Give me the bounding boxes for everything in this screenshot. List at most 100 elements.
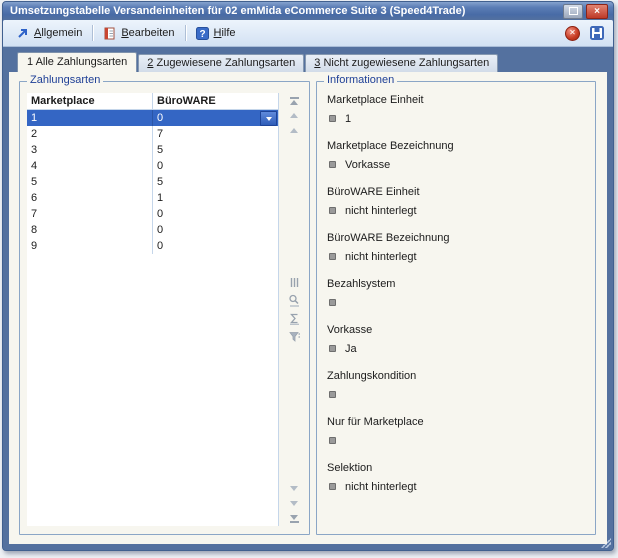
bearbeiten-label: Bearbeiten — [121, 27, 174, 39]
table-row[interactable]: 6 1 — [27, 190, 278, 206]
bullet-icon — [329, 253, 336, 260]
arrow-up-icon — [290, 113, 298, 118]
info-item: Selektion nicht hinterlegt — [327, 462, 587, 493]
table-row[interactable]: 4 0 — [27, 158, 278, 174]
cell-marketplace: 1 — [27, 110, 153, 126]
bullet-icon — [329, 483, 336, 490]
info-label: BüroWARE Bezeichnung — [327, 232, 587, 244]
bullet-icon — [329, 115, 336, 122]
arrow-up-right-icon — [16, 27, 29, 40]
allgemein-label: Allgemein — [34, 27, 82, 39]
cell-marketplace: 8 — [27, 222, 153, 238]
window-title: Umsetzungstabelle Versandeinheiten für 0… — [10, 5, 560, 17]
group-zahlungsarten: Zahlungsarten Marketplace BüroWARE 1 0 2… — [19, 81, 310, 535]
table-row[interactable]: 5 5 — [27, 174, 278, 190]
info-item: BüroWARE Einheit nicht hinterlegt — [327, 186, 587, 217]
info-value: nicht hinterlegt — [345, 251, 417, 263]
arrow-down-icon — [290, 515, 298, 520]
title-bar: Umsetzungstabelle Versandeinheiten für 0… — [3, 2, 613, 20]
cell-buroware: 1 — [153, 190, 278, 206]
restore-icon — [569, 7, 578, 15]
info-item: BüroWARE Bezeichnung nicht hinterlegt — [327, 232, 587, 263]
table-row[interactable]: 9 0 — [27, 238, 278, 254]
cell-buroware: 0 — [153, 222, 278, 238]
cell-marketplace: 9 — [27, 238, 153, 254]
dropdown-button[interactable] — [260, 111, 277, 126]
info-item: Bezahlsystem — [327, 278, 587, 309]
cell-marketplace: 2 — [27, 126, 153, 142]
hilfe-button[interactable]: ? Hilfe — [190, 24, 242, 43]
group-informationen-title: Informationen — [324, 74, 397, 86]
next-record-button[interactable] — [285, 481, 303, 496]
info-value: Ja — [345, 343, 357, 355]
allgemein-button[interactable]: Allgemein — [10, 24, 88, 43]
save-icon[interactable] — [590, 26, 604, 40]
cell-buroware: 0 — [153, 158, 278, 174]
table-header-row: Marketplace BüroWARE — [27, 93, 278, 110]
arrow-up-icon — [290, 128, 298, 133]
info-item: Zahlungskondition — [327, 370, 587, 401]
info-label: Marketplace Bezeichnung — [327, 140, 587, 152]
payment-table: Marketplace BüroWARE 1 0 2 7 3 5 — [27, 93, 279, 526]
table-row[interactable]: 1 0 — [27, 110, 278, 126]
first-record-button[interactable] — [285, 93, 303, 108]
bullet-icon — [329, 345, 336, 352]
info-item: Marketplace Bezeichnung Vorkasse — [327, 140, 587, 171]
search-button[interactable] — [285, 293, 303, 308]
toolbar: Allgemein Bearbeiten ? Hilfe ✕ — [3, 20, 613, 47]
info-value: Vorkasse — [345, 159, 390, 171]
close-button[interactable]: × — [586, 4, 608, 19]
info-item: Nur für Marketplace — [327, 416, 587, 447]
info-value: 1 — [345, 113, 351, 125]
table-row[interactable]: 2 7 — [27, 126, 278, 142]
restore-button[interactable] — [563, 4, 583, 19]
columns-icon — [288, 276, 301, 289]
cell-marketplace: 5 — [27, 174, 153, 190]
arrow-down-icon — [290, 486, 298, 491]
info-value: nicht hinterlegt — [345, 481, 417, 493]
tab-page: Zahlungsarten Marketplace BüroWARE 1 0 2… — [9, 72, 607, 544]
filter-icon — [288, 330, 301, 343]
app-window: Umsetzungstabelle Versandeinheiten für 0… — [2, 1, 614, 551]
prev-record-button[interactable] — [285, 123, 303, 138]
summary-button[interactable] — [285, 311, 303, 326]
bullet-icon — [329, 437, 336, 444]
toolbar-separator — [92, 25, 93, 41]
cell-marketplace: 4 — [27, 158, 153, 174]
cell-buroware: 5 — [153, 174, 278, 190]
filter-button[interactable] — [285, 329, 303, 344]
edit-notebook-icon — [103, 27, 116, 40]
table-row[interactable]: 3 5 — [27, 142, 278, 158]
toolbar-separator — [185, 25, 186, 41]
hilfe-label: Hilfe — [214, 27, 236, 39]
tab-alle-zahlungsarten[interactable]: 1 Alle Zahlungsarten — [17, 52, 137, 72]
search-icon — [288, 294, 301, 307]
table-row[interactable]: 8 0 — [27, 222, 278, 238]
move-up-button[interactable] — [285, 108, 303, 123]
move-down-button[interactable] — [285, 496, 303, 511]
last-record-button[interactable] — [285, 511, 303, 526]
bullet-icon — [329, 391, 336, 398]
tab-zugewiesene-zahlungsarten[interactable]: 2 Zugewiesene Zahlungsarten — [138, 54, 304, 72]
info-label: Vorkasse — [327, 324, 587, 336]
column-header-buroware[interactable]: BüroWARE — [153, 93, 278, 109]
tab-nicht-zugewiesene-zahlungsarten[interactable]: 3 Nicht zugewiesene Zahlungsarten — [305, 54, 498, 72]
info-panel: Marketplace Einheit 1 Marketplace Bezeic… — [327, 94, 587, 528]
grid-tool-strip — [282, 93, 306, 526]
column-header-marketplace[interactable]: Marketplace — [27, 93, 153, 109]
cancel-icon[interactable]: ✕ — [565, 26, 580, 41]
table-row[interactable]: 7 0 — [27, 206, 278, 222]
column-chooser-button[interactable] — [285, 275, 303, 290]
cell-marketplace: 3 — [27, 142, 153, 158]
bearbeiten-button[interactable]: Bearbeiten — [97, 24, 180, 43]
group-informationen: Informationen Marketplace Einheit 1 Mark… — [316, 81, 596, 535]
cell-marketplace: 7 — [27, 206, 153, 222]
bullet-icon — [329, 299, 336, 306]
info-value: nicht hinterlegt — [345, 205, 417, 217]
cell-buroware: 7 — [153, 126, 278, 142]
svg-text:?: ? — [199, 29, 205, 40]
group-zahlungsarten-title: Zahlungsarten — [27, 74, 103, 86]
info-label: BüroWARE Einheit — [327, 186, 587, 198]
info-label: Nur für Marketplace — [327, 416, 587, 428]
cell-buroware: 5 — [153, 142, 278, 158]
